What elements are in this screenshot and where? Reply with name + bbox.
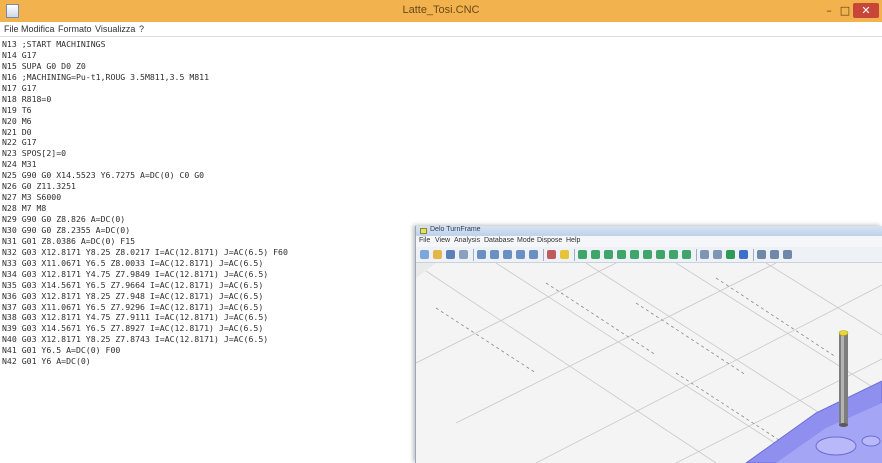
view-right-icon[interactable] (617, 250, 626, 259)
code-line: N25 G90 G0 X14.5523 Y6.7275 A=DC(0) C0 G… (2, 170, 205, 181)
cam-app-icon (420, 228, 427, 234)
hidden-lines-icon[interactable] (713, 250, 722, 259)
pan-icon[interactable] (529, 250, 538, 259)
section-icon[interactable] (770, 250, 779, 259)
open-icon[interactable] (433, 250, 442, 259)
view-left-icon[interactable] (604, 250, 613, 259)
code-line: N16 ;MACHINING=Pu-t1,ROUG 3.5M811,3.5 M8… (2, 71, 210, 82)
view-iso-icon[interactable] (656, 250, 665, 259)
shaded-edges-icon[interactable] (739, 250, 748, 259)
minimize-button[interactable]: – (822, 3, 836, 18)
toolbar-separator (543, 249, 544, 261)
code-line: N14 G17 (2, 49, 37, 60)
cam-menu-help[interactable]: Help (566, 237, 580, 244)
toolbar-separator (473, 249, 474, 261)
shaded-icon[interactable] (726, 250, 735, 259)
window-title: Latte_Tosi.CNC (402, 4, 480, 16)
view-top-icon[interactable] (630, 250, 639, 259)
code-line: N21 D0 (2, 126, 32, 137)
save-icon[interactable] (446, 250, 455, 259)
rotate-icon[interactable] (547, 250, 556, 259)
view-back-icon[interactable] (591, 250, 600, 259)
cam-menu-analysis[interactable]: Analysis (454, 237, 480, 244)
layers-icon[interactable] (783, 250, 792, 259)
menu-help[interactable]: ? (139, 24, 144, 34)
cam-toolbar (416, 247, 882, 263)
zoom-in-icon[interactable] (477, 250, 486, 259)
code-line: N24 M31 (2, 159, 37, 170)
print-icon[interactable] (459, 250, 468, 259)
code-line: N15 SUPA G0 D0 Z0 (2, 60, 86, 71)
menu-modifica[interactable]: Modifica (21, 24, 55, 34)
code-line: N26 G0 Z11.3251 (2, 181, 76, 192)
cam-title-bar[interactable]: Delo TurnFrame (416, 226, 882, 236)
code-line: N18 R818=0 (2, 93, 52, 104)
zoom-window-icon[interactable] (503, 250, 512, 259)
new-icon[interactable] (420, 250, 429, 259)
code-line: N22 G17 (2, 137, 37, 148)
cam-menu-file[interactable]: File (419, 237, 430, 244)
cutting-tool-holder (838, 330, 849, 336)
menu-visualizza[interactable]: Visualizza (95, 24, 135, 34)
light-icon[interactable] (560, 250, 569, 259)
zoom-fit-icon[interactable] (516, 250, 525, 259)
cutting-tool-highlight (841, 333, 844, 425)
code-line: N17 G17 (2, 82, 37, 93)
toolbar-separator (574, 249, 575, 261)
drill-hole (815, 436, 857, 456)
zoom-out-icon[interactable] (490, 250, 499, 259)
wireframe-icon[interactable] (700, 250, 709, 259)
3d-model-view (416, 263, 882, 463)
view-front-icon[interactable] (578, 250, 587, 259)
menu-file[interactable]: File (4, 24, 19, 34)
cam-window-title: Delo TurnFrame (430, 226, 481, 233)
code-line: N27 M3 S6000 (2, 192, 62, 203)
view-iso2-icon[interactable] (669, 250, 678, 259)
cam-menu-mode[interactable]: Mode (517, 237, 535, 244)
menu-formato[interactable]: Formato (58, 24, 92, 34)
code-line: N20 M6 (2, 115, 32, 126)
cutting-tool-tip (839, 423, 848, 427)
cam-menu-bar: File View Analysis Database Mode Dispose… (416, 236, 882, 247)
code-line: N29 G90 G0 Z8.826 A=DC(0) (2, 214, 126, 224)
menu-bar: File Modifica Formato Visualizza ? (0, 22, 882, 37)
cam-menu-dispose[interactable]: Dispose (537, 237, 562, 244)
close-button[interactable]: ✕ (853, 3, 879, 18)
cam-menu-database[interactable]: Database (484, 237, 514, 244)
code-line: N13 ;START MACHININGS (2, 39, 106, 49)
code-line: N19 T6 (2, 104, 32, 115)
view-iso3-icon[interactable] (682, 250, 691, 259)
maximize-button[interactable]: □ (838, 3, 852, 18)
code-line: N23 SPOS[2]=0 (2, 148, 67, 159)
toolbar-separator (753, 249, 754, 261)
toolbar-separator (696, 249, 697, 261)
3d-viewport[interactable] (416, 263, 882, 463)
measure-icon[interactable] (757, 250, 766, 259)
view-bottom-icon[interactable] (643, 250, 652, 259)
code-line: N28 M7 M8 (2, 203, 47, 214)
cam-window: Delo TurnFrame File View Analysis Databa… (415, 226, 882, 463)
cam-menu-view[interactable]: View (435, 237, 450, 244)
drill-hole-2 (861, 435, 881, 447)
title-bar[interactable]: Latte_Tosi.CNC – □ ✕ (0, 0, 882, 22)
